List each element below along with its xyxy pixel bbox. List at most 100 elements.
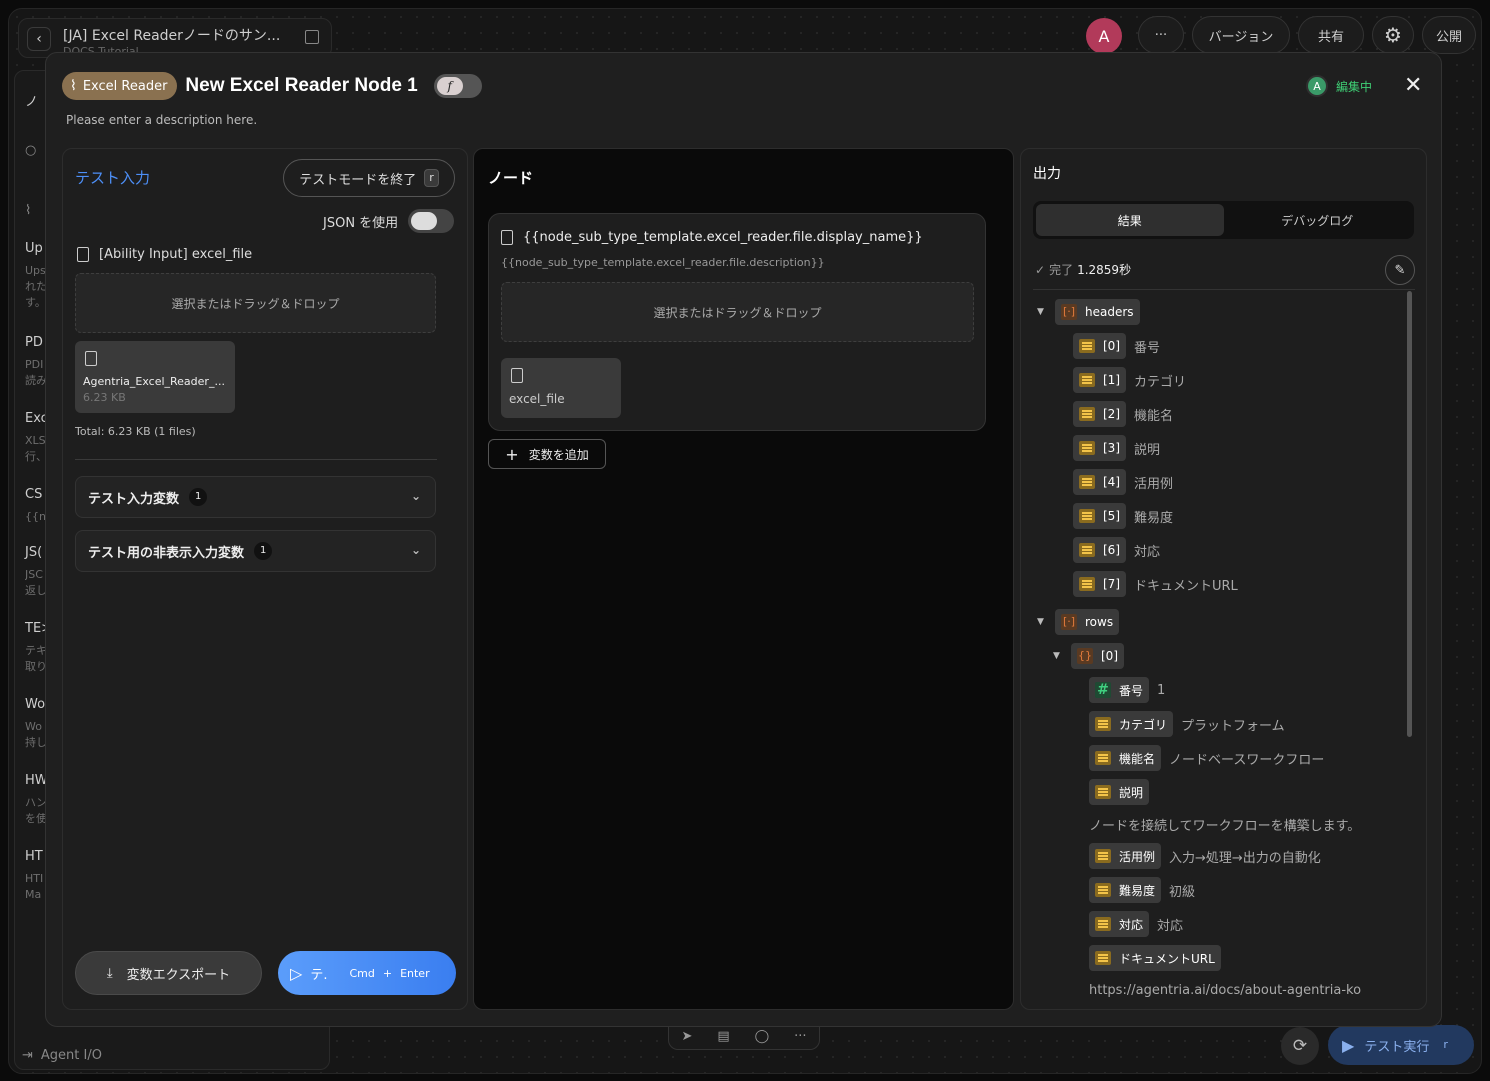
tree-row[interactable]: 機能名 ノードベースワークフロー (1089, 745, 1324, 771)
user-avatar[interactable]: A (1086, 18, 1122, 54)
tree-key-chip: ドキュメントURL (1089, 945, 1221, 971)
test-input-variables-accordion[interactable]: テスト入力変数 1 ⌄ (75, 476, 436, 518)
tree-row[interactable]: 対応 対応 (1089, 911, 1183, 937)
accordion-label: テスト用の非表示入力変数 (88, 545, 245, 561)
output-scrollbar[interactable] (1407, 291, 1412, 737)
file-icon (511, 368, 523, 383)
chevron-down-icon: ⌄ (410, 543, 421, 557)
reset-button[interactable]: ⟳ (1281, 1027, 1319, 1065)
publish-button[interactable]: 公開 (1422, 16, 1476, 54)
tree-row[interactable]: ドキュメントURL (1089, 945, 1221, 971)
editing-label: 編集中 (1336, 79, 1373, 94)
caret-down-icon[interactable]: ▼ (1037, 307, 1047, 317)
share-button[interactable]: 共有 (1298, 16, 1364, 54)
tree-row[interactable]: [3] 説明 (1073, 435, 1160, 461)
tree-key-chip: 活用例 (1089, 843, 1162, 869)
tree-node-headers[interactable]: ▼ [·] headers (1037, 299, 1140, 325)
export-variables-button[interactable]: ⤓ 変数エクスポート (75, 951, 262, 995)
tree-row[interactable]: [2] 機能名 (1073, 401, 1173, 427)
tree-key-chip: # 番号 (1089, 677, 1150, 703)
exit-test-mode-label: テストモードを終了 (299, 172, 417, 188)
divider (75, 459, 437, 460)
tree-key: [2] (1103, 407, 1120, 421)
tree-node-row0[interactable]: ▼ {} [0] (1053, 643, 1124, 669)
string-icon (1095, 883, 1111, 897)
tree-row[interactable]: 活用例 入力→処理→出力の自動化 (1089, 843, 1321, 869)
test-input-title[interactable]: テスト入力 (75, 167, 150, 188)
close-icon[interactable]: ✕ (1404, 73, 1422, 98)
caret-down-icon[interactable]: ▼ (1037, 617, 1047, 627)
tree-row[interactable]: 難易度 初級 (1089, 877, 1195, 903)
exit-test-mode-button[interactable]: テストモードを終了 r (283, 159, 455, 197)
function-toggle[interactable]: f (433, 74, 482, 98)
tree-node-rows[interactable]: ▼ [·] rows (1037, 609, 1120, 635)
run-test-button[interactable]: ▷ テ. Cmd + Enter (278, 951, 456, 995)
panel-toggle-icon[interactable] (305, 30, 319, 44)
file-dropzone[interactable]: 選択またはドラッグ＆ドロップ (75, 273, 436, 333)
sidebar-item-title[interactable]: CS (25, 487, 42, 502)
test-input-panel: テスト入力 テストモードを終了 r JSON を使用 [Ability Inpu… (62, 148, 468, 1010)
node-type-badge: ⌇ Excel Reader (62, 72, 178, 100)
canvas-toolbar: ➤ ▤ ◯ ··· (668, 1024, 820, 1050)
field-description: {{node_sub_type_template.excel_reader.fi… (501, 256, 825, 269)
tree-key-chip: 説明 (1089, 779, 1150, 805)
sidebar-item-title[interactable]: PD (25, 335, 43, 350)
json-toggle[interactable] (408, 209, 455, 233)
sidebar-item-title[interactable]: JS( (25, 545, 42, 560)
tree-key-chip: 機能名 (1089, 745, 1162, 771)
sidebar-item-title[interactable]: Up (25, 241, 43, 256)
string-icon (1079, 577, 1095, 591)
tree-key: 説明 (1119, 785, 1144, 800)
array-icon: [·] (1061, 614, 1077, 630)
plus-icon: + (505, 444, 519, 464)
settings-button[interactable]: ⚙ (1372, 16, 1414, 54)
sidebar-item-title[interactable]: HT (25, 849, 43, 864)
back-button[interactable]: ‹ (27, 27, 51, 51)
string-icon (1095, 849, 1111, 863)
agent-io-item[interactable]: ⇥ Agent I/O (22, 1048, 102, 1063)
tree-key: [3] (1103, 441, 1120, 455)
node-description[interactable]: Please enter a description here. (66, 113, 257, 127)
uploaded-file-card[interactable]: Agentria_Excel_Reader_... 6.23 KB (75, 341, 235, 413)
tree-row[interactable]: # 番号 1 (1089, 677, 1165, 703)
note-icon[interactable]: ▤ (717, 1029, 729, 1044)
hidden-input-variables-accordion[interactable]: テスト用の非表示入力変数 1 ⌄ (75, 530, 436, 572)
tree-row[interactable]: [5] 難易度 (1073, 503, 1173, 529)
tree-value: 説明 (1134, 442, 1161, 458)
add-variable-button[interactable]: + 変数を追加 (488, 439, 606, 469)
accordion-count: 1 (189, 488, 208, 506)
comment-icon[interactable]: ◯ (755, 1029, 770, 1044)
tree-row[interactable]: [7] ドキュメントURL (1073, 571, 1238, 597)
tree-key-chip: [1] (1073, 367, 1126, 393)
play-icon: ▷ (290, 963, 303, 983)
more-button[interactable]: ··· (1138, 16, 1184, 54)
tree-row[interactable]: [0] 番号 (1073, 333, 1160, 359)
paperclip-icon: ⌇ (70, 78, 77, 94)
test-run-label: テスト実行 (1364, 1039, 1430, 1055)
tree-key: 機能名 (1119, 751, 1156, 766)
test-run-button[interactable]: ▶ テスト実行 r (1328, 1025, 1474, 1065)
tree-row[interactable]: [4] 活用例 (1073, 469, 1173, 495)
version-button[interactable]: バージョン (1192, 16, 1290, 54)
more-icon[interactable]: ··· (794, 1029, 806, 1044)
shortcut-cmd: Cmd (349, 966, 375, 980)
node-title[interactable]: New Excel Reader Node 1 (185, 75, 417, 97)
caret-down-icon[interactable]: ▼ (1053, 651, 1063, 661)
sidebar-item-title[interactable]: Wo (25, 697, 45, 712)
tree-row[interactable]: [6] 対応 (1073, 537, 1160, 563)
sidebar-search[interactable]: ノ (25, 91, 38, 110)
node-file-dropzone[interactable]: 選択またはドラッグ＆ドロップ (501, 282, 974, 342)
tree-key-chip: カテゴリ (1089, 711, 1174, 737)
test-run-shortcut: r (1443, 1038, 1448, 1051)
variable-card[interactable]: excel_file (501, 358, 621, 418)
tree-value: 入力→処理→出力の自動化 (1169, 850, 1321, 866)
node-editor-modal: ⌇ Excel Reader New Excel Reader Node 1 f… (45, 52, 1442, 1027)
tree-key-chip: [0] (1073, 333, 1126, 359)
tree-row[interactable]: [1] カテゴリ (1073, 367, 1186, 393)
tree-value: 対応 (1157, 918, 1184, 934)
field-name: {{node_sub_type_template.excel_reader.fi… (523, 230, 923, 245)
cursor-icon[interactable]: ➤ (681, 1029, 692, 1044)
tree-row[interactable]: 説明 (1089, 779, 1150, 805)
tree-value: 機能名 (1134, 408, 1174, 424)
tree-row[interactable]: カテゴリ プラットフォーム (1089, 711, 1285, 737)
